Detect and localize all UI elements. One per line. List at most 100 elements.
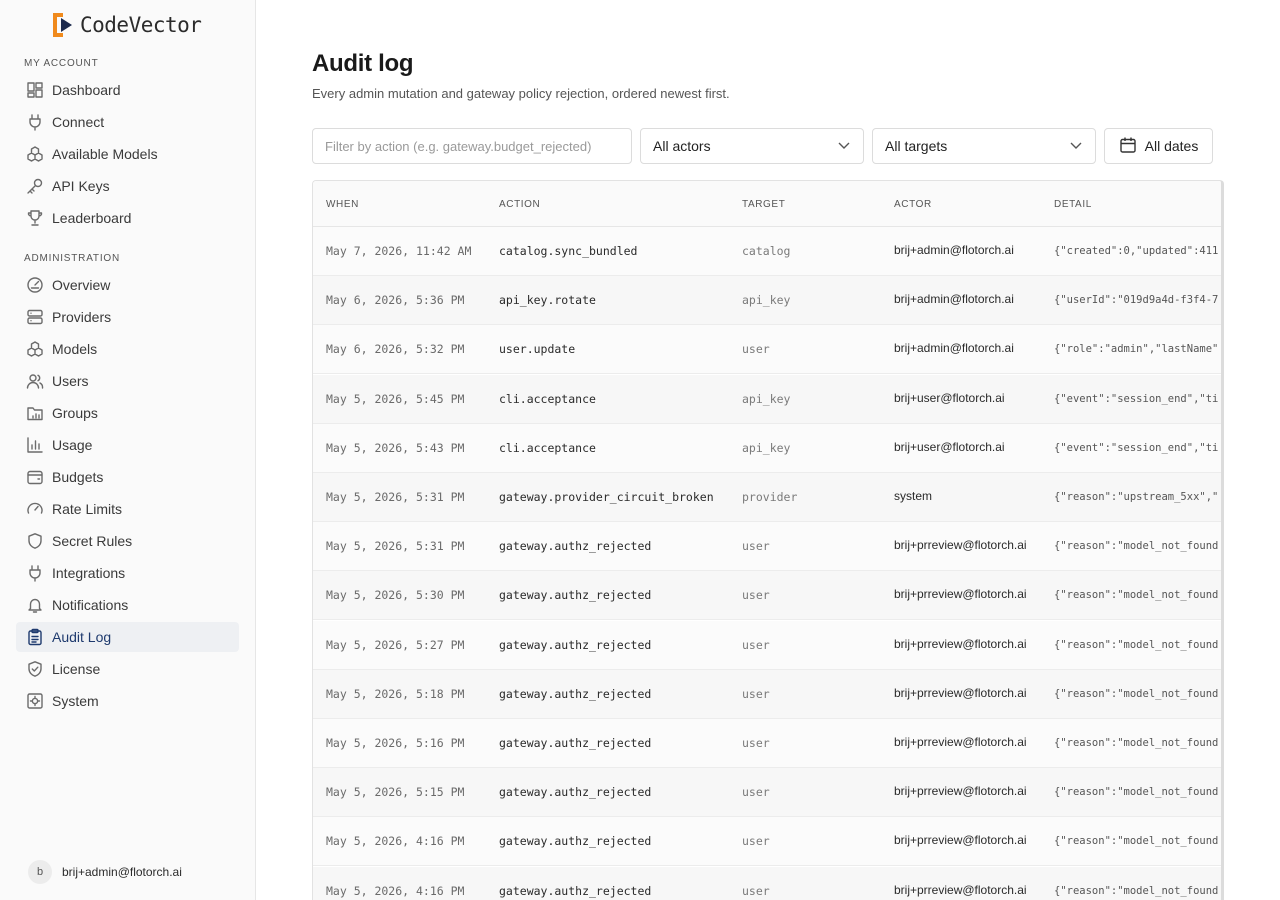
page-subtitle: Every admin mutation and gateway policy … bbox=[312, 86, 730, 101]
table-row[interactable]: May 5, 2026, 5:31 PM gateway.provider_cir… bbox=[313, 473, 1221, 522]
brand-name: CodeVector bbox=[80, 13, 202, 37]
sidebar-item-overview[interactable]: Overview bbox=[16, 270, 239, 300]
sidebar-item-label: Users bbox=[52, 373, 89, 389]
sidebar-item-budgets[interactable]: Budgets bbox=[16, 462, 239, 492]
cell-action: gateway.authz_rejected bbox=[499, 588, 652, 603]
sidebar: CodeVector MY ACCOUNT Dashboard Connect Av… bbox=[0, 0, 256, 900]
sidebar-item-groups[interactable]: Groups bbox=[16, 398, 239, 428]
cell-action: gateway.authz_rejected bbox=[499, 834, 652, 849]
cell-detail: {"reason":"upstream_5xx"," bbox=[1054, 491, 1219, 503]
sidebar-item-label: Audit Log bbox=[52, 629, 112, 645]
cell-detail: {"reason":"model_not_found bbox=[1054, 884, 1219, 897]
sidebar-item-models[interactable]: Models bbox=[16, 334, 239, 364]
brand-logo[interactable]: CodeVector bbox=[50, 10, 202, 40]
cell-detail: {"reason":"model_not_found bbox=[1054, 687, 1219, 700]
sidebar-item-usage[interactable]: Usage bbox=[16, 430, 239, 460]
user-menu[interactable]: b brij+admin@flotorch.ai bbox=[28, 860, 182, 884]
codevector-logo-icon bbox=[50, 11, 74, 39]
sidebar-item-label: License bbox=[52, 661, 101, 677]
sidebar-item-label: Leaderboard bbox=[52, 210, 132, 226]
sidebar-item-providers[interactable]: Providers bbox=[16, 302, 239, 332]
dates-filter-button[interactable]: All dates bbox=[1104, 128, 1213, 164]
sidebar-item-rate-limits[interactable]: Rate Limits bbox=[16, 494, 239, 524]
table-row[interactable]: May 7, 2026, 11:42 AM catalog.sync_bundle… bbox=[313, 227, 1221, 276]
column-header-action[interactable]: ACTION bbox=[499, 199, 540, 210]
cell-when: May 5, 2026, 5:30 PM bbox=[326, 588, 465, 603]
sidebar-item-notifications[interactable]: Notifications bbox=[16, 590, 239, 620]
cell-detail: {"reason":"model_not_found bbox=[1054, 786, 1219, 799]
sidebar-item-leaderboard[interactable]: Leaderboard bbox=[16, 203, 239, 233]
shield-icon bbox=[26, 532, 44, 550]
sidebar-item-system[interactable]: System bbox=[16, 686, 239, 716]
cell-target: api_key bbox=[742, 440, 791, 455]
cell-detail: {"role":"admin","lastName" bbox=[1054, 343, 1219, 356]
sidebar-item-label: Providers bbox=[52, 309, 112, 325]
action-filter-input[interactable] bbox=[312, 128, 632, 164]
table-row[interactable]: May 5, 2026, 5:45 PM cli.acceptance api_ke… bbox=[313, 374, 1221, 424]
sidebar-item-label: Budgets bbox=[52, 469, 104, 485]
page-title: Audit log bbox=[312, 50, 414, 77]
cell-actor: brij+prreview@flotorch.ai bbox=[894, 833, 1027, 848]
cell-when: May 7, 2026, 11:42 AM bbox=[326, 244, 472, 258]
column-header-when[interactable]: WHEN bbox=[326, 199, 359, 210]
cell-action: gateway.authz_rejected bbox=[499, 686, 652, 701]
cell-when: May 5, 2026, 5:18 PM bbox=[326, 686, 465, 701]
table-row[interactable]: May 6, 2026, 5:32 PM user.update user brij+… bbox=[313, 325, 1221, 375]
sidebar-item-dashboard[interactable]: Dashboard bbox=[16, 75, 239, 105]
cell-detail: {"event":"session_end","ti bbox=[1054, 441, 1219, 454]
column-header-detail[interactable]: DETAIL bbox=[1054, 199, 1092, 210]
cell-actor: brij+prreview@flotorch.ai bbox=[894, 882, 1027, 897]
sidebar-item-label: Overview bbox=[52, 277, 111, 293]
table-row[interactable]: May 6, 2026, 5:36 PM api_key.rotate api_ke… bbox=[313, 276, 1221, 326]
cell-detail: {"created":0,"updated":411 bbox=[1054, 245, 1219, 257]
table-row[interactable]: May 5, 2026, 4:16 PM gateway.authz_reject… bbox=[313, 817, 1221, 867]
sidebar-item-label: Dashboard bbox=[52, 82, 121, 98]
sidebar-item-available-models[interactable]: Available Models bbox=[16, 139, 239, 169]
sidebar-item-label: Models bbox=[52, 341, 98, 357]
cell-target: api_key bbox=[742, 391, 791, 406]
users-icon bbox=[26, 372, 44, 390]
cell-target: user bbox=[742, 686, 770, 701]
sidebar-item-audit-log[interactable]: Audit Log bbox=[16, 622, 239, 652]
cell-actor: brij+prreview@flotorch.ai bbox=[894, 538, 1027, 553]
cell-actor: brij+prreview@flotorch.ai bbox=[894, 735, 1027, 749]
cell-when: May 6, 2026, 5:36 PM bbox=[326, 293, 465, 308]
cell-actor: brij+prreview@flotorch.ai bbox=[894, 685, 1027, 700]
table-row[interactable]: May 5, 2026, 5:30 PM gateway.authz_reject… bbox=[313, 571, 1221, 621]
cell-when: May 5, 2026, 5:31 PM bbox=[326, 539, 465, 554]
table-row[interactable]: May 5, 2026, 5:16 PM gateway.authz_reject… bbox=[313, 719, 1221, 768]
cell-action: gateway.provider_circuit_broken bbox=[499, 490, 714, 504]
cell-detail: {"reason":"model_not_found bbox=[1054, 638, 1219, 651]
table-row[interactable]: May 5, 2026, 5:31 PM gateway.authz_reject… bbox=[313, 522, 1221, 572]
sidebar-item-label: Available Models bbox=[52, 146, 158, 162]
table-header: WHEN ACTION TARGET ACTOR DETAIL bbox=[313, 181, 1221, 227]
speedometer-icon bbox=[26, 500, 44, 518]
plug-icon bbox=[26, 564, 44, 582]
sidebar-item-api-keys[interactable]: API Keys bbox=[16, 171, 239, 201]
table-row[interactable]: May 5, 2026, 5:27 PM gateway.authz_reject… bbox=[313, 620, 1221, 670]
table-row[interactable]: May 5, 2026, 5:15 PM gateway.authz_reject… bbox=[313, 768, 1221, 818]
audit-log-table: WHEN ACTION TARGET ACTOR DETAIL May 7, 2… bbox=[312, 180, 1224, 900]
column-header-target[interactable]: TARGET bbox=[742, 199, 785, 210]
sidebar-item-users[interactable]: Users bbox=[16, 366, 239, 396]
cell-when: May 5, 2026, 5:31 PM bbox=[326, 490, 465, 504]
cell-actor: brij+admin@flotorch.ai bbox=[894, 243, 1014, 257]
sidebar-item-label: Secret Rules bbox=[52, 533, 133, 549]
targets-select[interactable]: All targets bbox=[872, 128, 1096, 164]
sidebar-item-label: Groups bbox=[52, 405, 98, 421]
targets-select-value: All targets bbox=[885, 138, 948, 154]
sidebar-item-secret-rules[interactable]: Secret Rules bbox=[16, 526, 239, 556]
table-row[interactable]: May 5, 2026, 5:43 PM cli.acceptance api_ke… bbox=[313, 423, 1221, 473]
table-row[interactable]: May 5, 2026, 5:18 PM gateway.authz_reject… bbox=[313, 669, 1221, 719]
sidebar-item-connect[interactable]: Connect bbox=[16, 107, 239, 137]
sidebar-item-integrations[interactable]: Integrations bbox=[16, 558, 239, 588]
cell-action: gateway.authz_rejected bbox=[499, 785, 652, 800]
dates-filter-label: All dates bbox=[1144, 138, 1199, 154]
column-header-actor[interactable]: ACTOR bbox=[894, 199, 932, 210]
models-icon bbox=[26, 145, 44, 163]
cell-action: cli.acceptance bbox=[499, 440, 596, 455]
cell-target: provider bbox=[742, 490, 798, 504]
table-row[interactable]: May 5, 2026, 4:16 PM gateway.authz_reject… bbox=[313, 866, 1221, 900]
sidebar-item-license[interactable]: License bbox=[16, 654, 239, 684]
actors-select[interactable]: All actors bbox=[640, 128, 864, 164]
